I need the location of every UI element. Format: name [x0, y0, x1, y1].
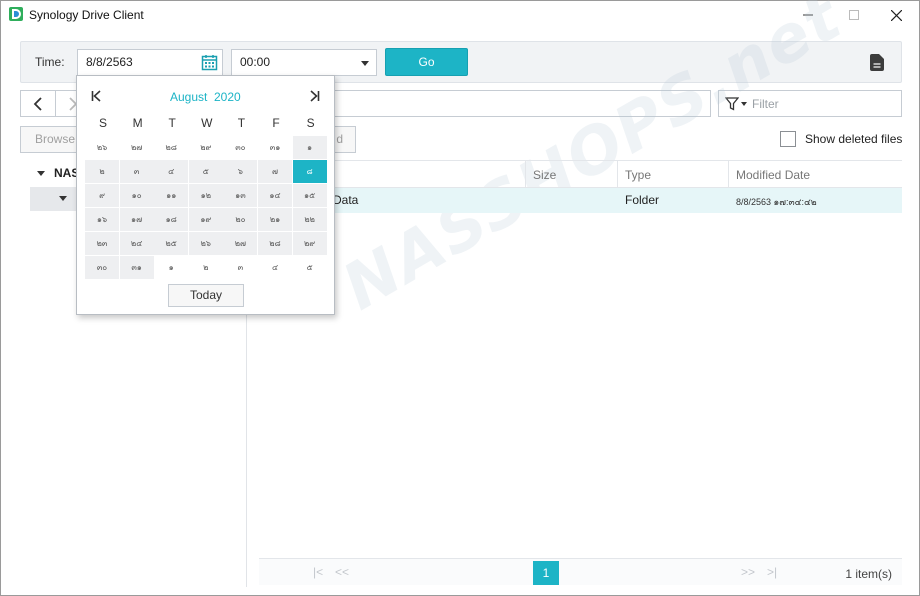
calendar-day[interactable]: ๓๑ [119, 256, 154, 279]
calendar-day[interactable]: ๒๓ [85, 232, 119, 255]
calendar-icon[interactable] [201, 54, 218, 71]
pagination-bar: |< << 1 >> >| 1 item(s) [259, 558, 902, 585]
calendar-day-grid: ๒๖ ๒๗ ๒๘ ๒๙ ๓๐ ๓๑๑๒๓๔๕๖๗๘๙๑๐ ๑๑ ๑๒ ๑๓ ๑๔ ๑๕ ๑๖ ๑๗ ๑๘๑… [85, 136, 327, 280]
column-separator [617, 161, 618, 187]
calendar-day[interactable]: ๑๓ [223, 184, 258, 207]
column-separator [525, 161, 526, 187]
file-table-header: Size Type Modified Date [259, 160, 902, 188]
calendar-day[interactable]: ๒ [85, 160, 119, 183]
calendar-day[interactable]: ๓๐ [223, 136, 257, 159]
calendar-day[interactable]: ๑๗ [119, 208, 154, 231]
table-row[interactable]: Data Folder 8/8/2563 ๑๗:๓๔:๔๒ [259, 188, 902, 213]
first-page-icon[interactable]: |< [313, 565, 323, 579]
show-deleted-checkbox[interactable] [780, 131, 796, 147]
close-icon [890, 9, 902, 21]
calendar-month[interactable]: August [170, 90, 207, 104]
calendar-day[interactable]: ๒๗ [223, 232, 258, 255]
calendar-day[interactable]: ๘ [292, 160, 327, 183]
calendar-day[interactable]: ๑๐ [119, 184, 154, 207]
weekday-label: M [132, 116, 143, 130]
calendar-day[interactable]: ๒๔ [119, 232, 154, 255]
maximize-icon [849, 10, 859, 20]
time-label: Time: [35, 55, 65, 69]
calendar-day[interactable]: ๑๘ [154, 208, 189, 231]
calendar-day[interactable]: ๓ [119, 160, 154, 183]
calendar-day[interactable]: ๕ [293, 256, 327, 279]
calendar-day[interactable]: ๑๔ [258, 184, 292, 207]
row-type: Folder [625, 193, 660, 207]
calendar-day[interactable]: ๖ [223, 160, 258, 183]
chevron-down-icon [361, 61, 369, 66]
calendar-day[interactable]: ๑๖ [85, 208, 119, 231]
calendar-day[interactable]: ๙ [85, 184, 119, 207]
calendar-day[interactable]: ๒๙ [189, 136, 223, 159]
calendar-day[interactable]: ๒๐ [223, 208, 258, 231]
calendar-day[interactable]: ๒๒ [292, 208, 327, 231]
show-deleted-label: Show deleted files [805, 132, 903, 146]
go-button[interactable]: Go [385, 48, 468, 76]
calendar-year[interactable]: 2020 [214, 90, 241, 104]
calendar-day[interactable]: ๒๖ [85, 136, 119, 159]
log-document-icon[interactable] [870, 54, 884, 71]
prev-page-icon[interactable]: << [335, 565, 349, 579]
date-field[interactable]: 8/8/2563 [77, 49, 223, 76]
weekday-label: F [272, 116, 280, 130]
weekday-label: T [168, 116, 176, 130]
date-picker-popup: August 2020 SMTWTFS ๒๖ ๒๗ ๒๘ ๒๙ ๓๐ ๓๑๑๒๓๔๕๖๗๘… [76, 75, 335, 315]
calendar-day[interactable]: ๓ [223, 256, 257, 279]
expand-arrow-icon[interactable] [59, 196, 67, 201]
browse-button[interactable]: Browse [20, 126, 80, 153]
calendar-day[interactable]: ๗ [258, 160, 292, 183]
time-select[interactable]: 00:00 [231, 49, 377, 76]
calendar-day[interactable]: ๒ [189, 256, 223, 279]
weekday-label: T [237, 116, 246, 130]
calendar-day[interactable]: ๒๖ [188, 232, 223, 255]
chevron-left-icon [33, 96, 42, 111]
synology-drive-logo-icon [9, 7, 23, 21]
row-name: Data [333, 193, 359, 207]
window-title: Synology Drive Client [29, 8, 144, 22]
app-window: Synology Drive Client Time: 8/8/2563 00:… [0, 0, 920, 596]
page-number-current[interactable]: 1 [533, 561, 559, 585]
back-button[interactable] [20, 90, 56, 117]
calendar-day[interactable]: ๑ [292, 136, 327, 159]
today-button[interactable]: Today [168, 284, 244, 307]
column-header-modified[interactable]: Modified Date [736, 168, 810, 182]
column-header-size[interactable]: Size [533, 168, 556, 182]
column-separator [728, 161, 729, 187]
calendar-day[interactable]: ๓๐ [85, 256, 119, 279]
calendar-day[interactable]: ๒๘ [154, 136, 188, 159]
weekday-label: W [201, 116, 213, 130]
close-button[interactable] [873, 1, 919, 29]
item-count: 1 item(s) [845, 567, 892, 581]
weekday-label: S [98, 116, 107, 130]
weekday-label: S [306, 116, 315, 130]
calendar-day[interactable]: ๒๕ [154, 232, 189, 255]
row-modified: 8/8/2563 ๑๗:๓๔:๔๒ [736, 197, 817, 207]
expand-arrow-icon[interactable] [37, 171, 45, 176]
calendar-day[interactable]: ๔ [258, 256, 292, 279]
calendar-day[interactable]: ๕ [188, 160, 223, 183]
calendar-day[interactable]: ๑๒ [188, 184, 223, 207]
calendar-day[interactable]: ๒๘ [258, 232, 292, 255]
next-page-icon[interactable]: >> [741, 565, 755, 579]
calendar-day[interactable]: ๒๗ [120, 136, 154, 159]
last-page-icon[interactable]: >| [767, 565, 777, 579]
prev-month-icon[interactable] [91, 90, 101, 105]
column-header-type[interactable]: Type [625, 168, 651, 182]
calendar-day[interactable]: ๓๑ [258, 136, 292, 159]
calendar-day[interactable]: ๒๑ [258, 208, 292, 231]
date-value: 8/8/2563 [86, 55, 133, 69]
calendar-day[interactable]: ๔ [154, 160, 189, 183]
calendar-day[interactable]: ๑๙ [188, 208, 223, 231]
calendar-day[interactable]: ๑๕ [292, 184, 327, 207]
calendar-day[interactable]: ๒๙ [292, 232, 327, 255]
time-value: 00:00 [240, 55, 271, 69]
next-month-icon[interactable] [310, 90, 320, 105]
calendar-day[interactable]: ๑ [154, 256, 188, 279]
calendar-day[interactable]: ๑๑ [154, 184, 189, 207]
